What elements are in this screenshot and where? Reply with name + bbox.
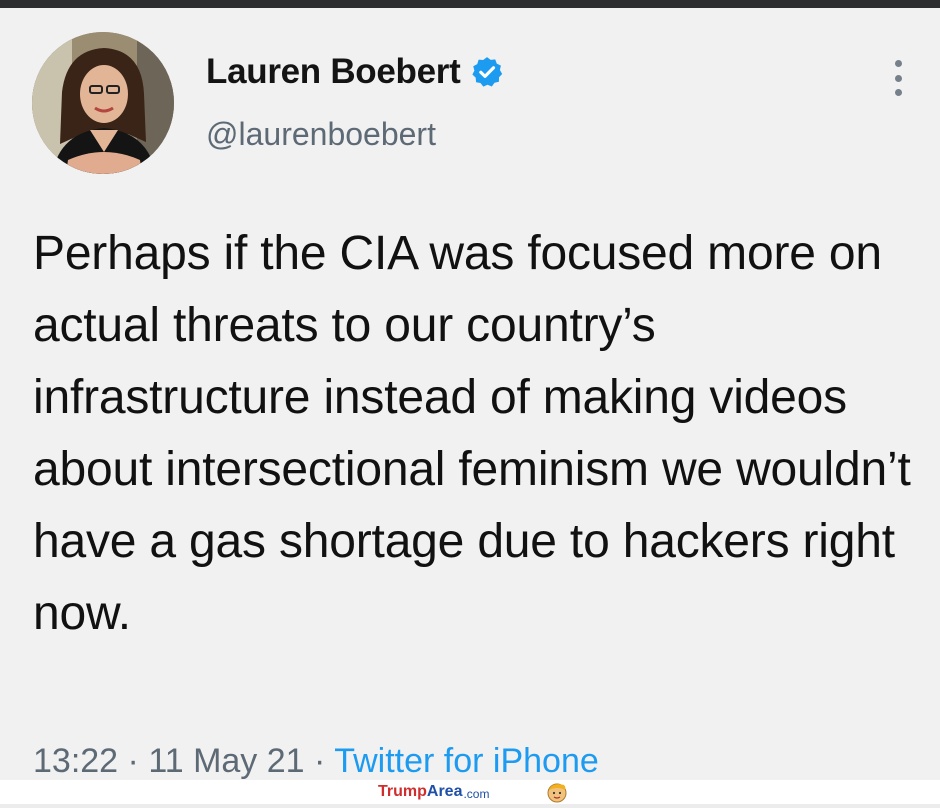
author-row: Lauren Boebert	[206, 48, 504, 96]
meta-separator: ·	[127, 742, 139, 780]
avatar[interactable]	[32, 32, 174, 174]
more-dot	[894, 60, 902, 67]
tweet-time[interactable]: 13:22	[33, 742, 118, 780]
more-dot	[894, 74, 902, 82]
tweet-card: Lauren Boebert @laurenboebert Perhaps if…	[0, 8, 940, 780]
tweet-date[interactable]: 11 May 21	[148, 742, 304, 780]
verified-badge-icon	[470, 55, 504, 89]
meta-separator: ·	[314, 742, 326, 780]
avatar-photo	[32, 32, 174, 174]
tweet-source-link[interactable]: Twitter for iPhone	[334, 742, 599, 780]
tweet-text: Perhaps if the CIA was focused more on a…	[33, 227, 911, 640]
author-name[interactable]: Lauren Boebert	[206, 52, 461, 92]
watermark: Trump Area .com	[378, 782, 489, 802]
window-top-bar	[0, 0, 940, 8]
watermark-part-3: .com	[463, 786, 490, 801]
watermark-face-icon	[546, 781, 568, 803]
more-vertical-icon[interactable]	[880, 58, 916, 98]
watermark-part-2: Area	[426, 783, 463, 800]
more-dot	[894, 89, 902, 96]
watermark-part-1: Trump	[378, 783, 427, 800]
tweet-meta: 13:22 · 11 May 21 · Twitter for iPhone	[33, 742, 599, 780]
author-handle[interactable]: @laurenboebert	[206, 116, 436, 153]
